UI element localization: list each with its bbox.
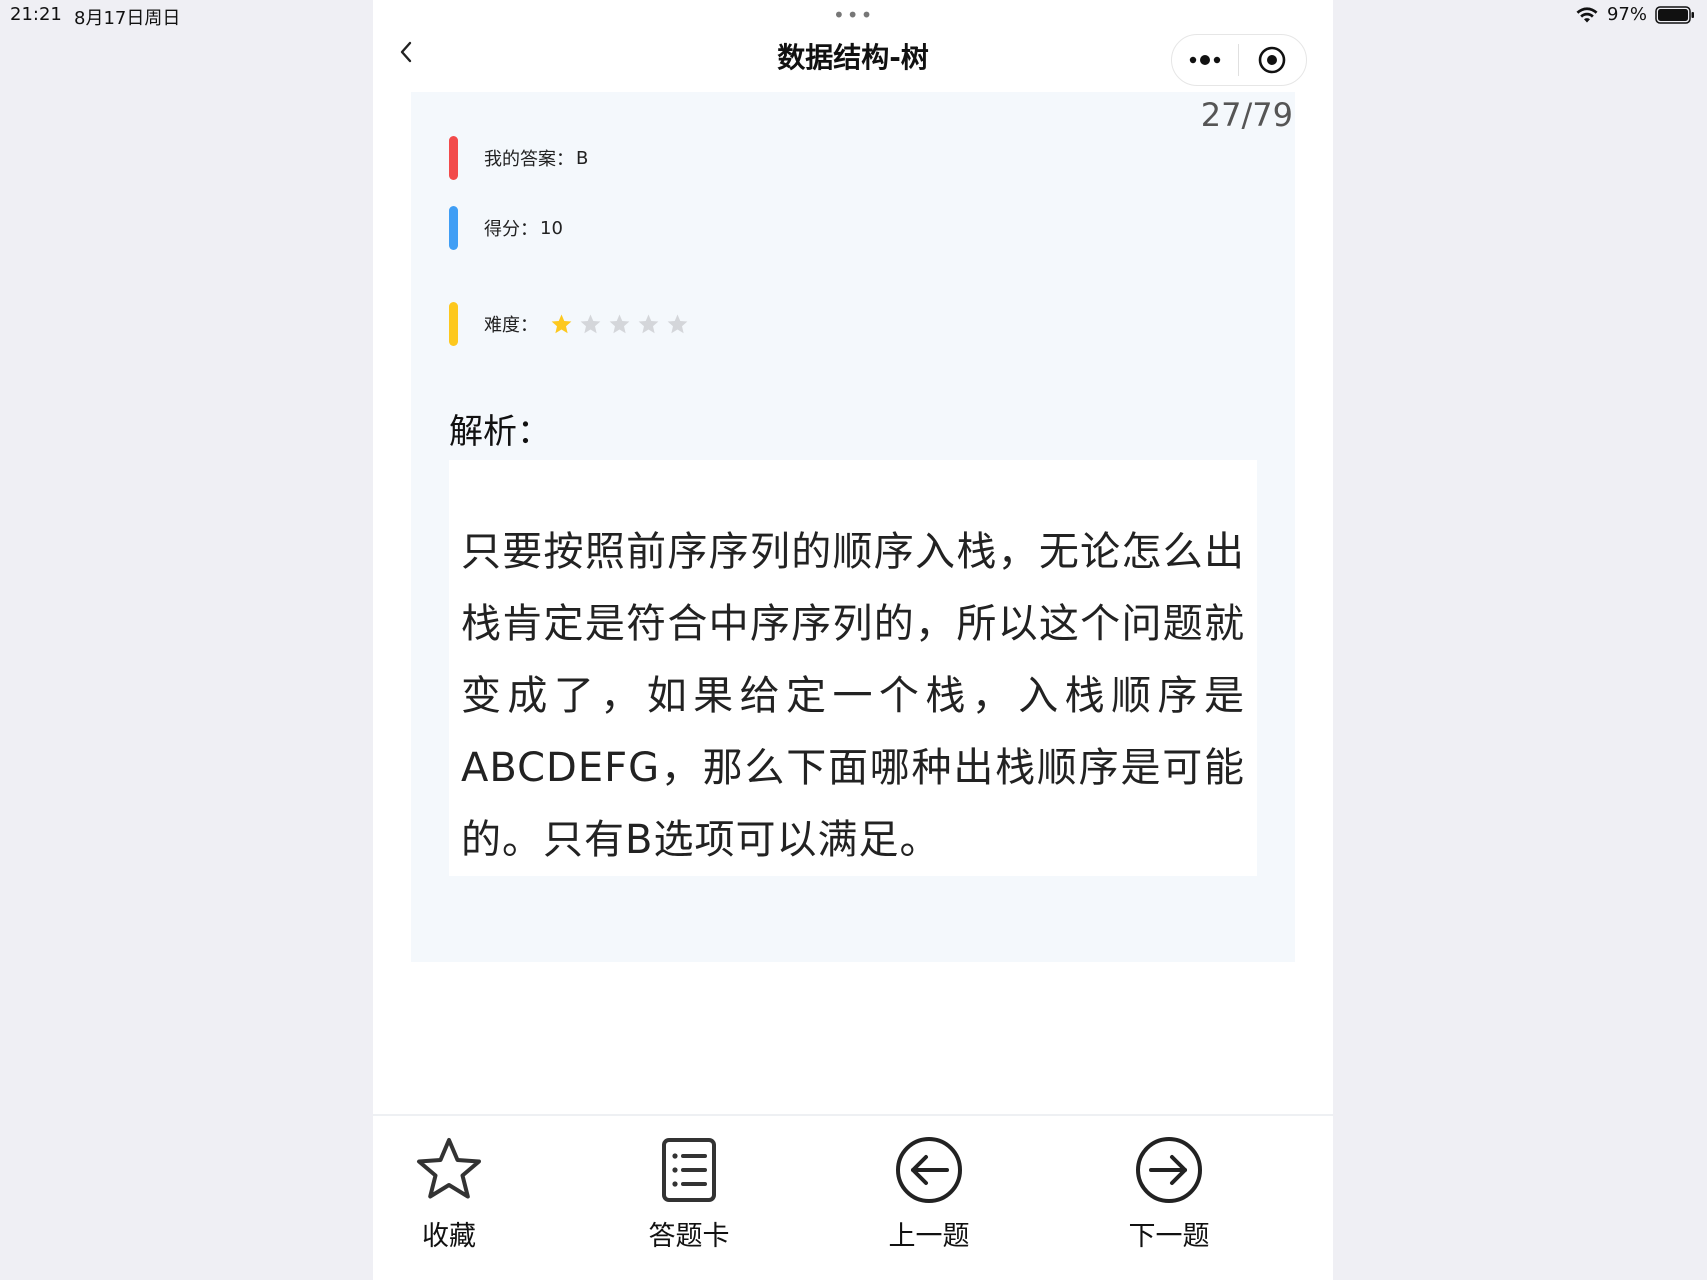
difficulty-row: 难度：	[449, 302, 689, 346]
analysis-text: 只要按照前序序列的顺序入栈，无论怎么出栈肯定是符合中序序列的，所以这个问题就变成…	[461, 529, 1245, 863]
star-empty-icon	[638, 313, 659, 333]
next-question-button[interactable]: 下一题	[1099, 1134, 1239, 1253]
battery-percent: 97%	[1606, 4, 1647, 25]
score-value: 10	[540, 217, 563, 239]
target-close-icon	[1258, 46, 1286, 74]
prev-question-button[interactable]: 上一题	[859, 1134, 999, 1253]
star-empty-icon	[580, 313, 601, 333]
next-question-label: 下一题	[1128, 1221, 1210, 1252]
arrow-left-circle-icon	[896, 1137, 962, 1203]
answer-card-button[interactable]: 答题卡	[619, 1134, 759, 1253]
difficulty-bar	[449, 302, 458, 346]
status-indicators: 97%	[1575, 4, 1695, 25]
answer-bar	[449, 136, 458, 180]
answer-card-label: 答题卡	[648, 1221, 730, 1252]
close-button[interactable]	[1239, 35, 1305, 85]
my-answer-value: B	[576, 147, 589, 169]
star-outline-icon	[417, 1138, 481, 1199]
prev-question-label: 上一题	[888, 1221, 970, 1252]
status-time: 21:21	[10, 4, 62, 25]
status-date: 8月17日周日	[74, 8, 181, 29]
more-button[interactable]	[1172, 35, 1238, 85]
star-filled-icon	[551, 313, 572, 333]
screen: 21:21 8月17日周日 97% ••• 数据结构-树 27/79 我的答案：…	[0, 0, 1707, 1280]
wifi-icon	[1576, 6, 1598, 22]
my-answer-row: 我的答案： B	[449, 136, 588, 180]
arrow-right-circle-icon	[1136, 1137, 1202, 1203]
star-empty-icon	[609, 313, 630, 333]
bottom-toolbar: 收藏 答题卡 上一题 下一题	[373, 1114, 1333, 1280]
analysis-title: 解析：	[449, 412, 551, 452]
answer-sheet-icon	[662, 1138, 716, 1202]
mini-program-panel: ••• 数据结构-树 27/79 我的答案： B 得分： 10 难度： 解析： …	[373, 0, 1333, 1280]
battery-icon	[1655, 5, 1694, 24]
score-bar	[449, 206, 458, 250]
multitask-dots[interactable]: •••	[833, 5, 874, 25]
more-icon	[1189, 55, 1221, 65]
favorite-label: 收藏	[422, 1221, 476, 1252]
score-row: 得分： 10	[449, 206, 563, 250]
score-label: 得分：	[484, 219, 538, 240]
result-card: 27/79 我的答案： B 得分： 10 难度： 解析： 只要按照前序序列的顺序…	[411, 92, 1295, 962]
difficulty-stars	[550, 313, 689, 336]
difficulty-label: 难度：	[484, 315, 538, 336]
my-answer-label: 我的答案：	[484, 149, 574, 170]
star-empty-icon	[667, 313, 688, 333]
capsule-menu	[1171, 34, 1307, 86]
favorite-button[interactable]: 收藏	[379, 1134, 519, 1253]
analysis-box: 只要按照前序序列的顺序入栈，无论怎么出栈肯定是符合中序序列的，所以这个问题就变成…	[449, 460, 1257, 876]
question-counter: 27/79	[1200, 96, 1293, 134]
